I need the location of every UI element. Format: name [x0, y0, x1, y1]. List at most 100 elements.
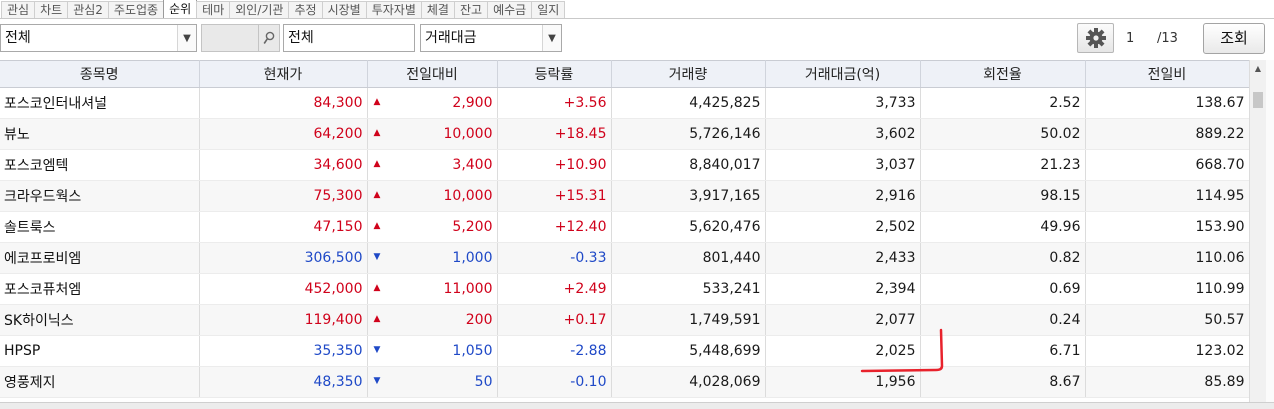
- table-row[interactable]: 에코프로비엠 306,500 ▼ 1,000 -0.33 801,440 2,433 0.82…: [0, 242, 1249, 274]
- price-cell: 75,300: [199, 180, 368, 212]
- up-arrow-icon: ▲: [373, 159, 381, 169]
- tab-1[interactable]: 차트: [34, 1, 69, 18]
- prev-ratio-cell: 123.02: [1085, 335, 1249, 367]
- prev-ratio-cell: 85.89: [1085, 366, 1249, 398]
- volume-cell: 8,840,017: [611, 149, 766, 181]
- change-value: 3,400: [452, 157, 493, 173]
- stock-code-input[interactable]: [201, 24, 259, 52]
- table-header-row: 종목명 현재가 전일대비 등락률 거래량 거래대금(억) 회전율 전일비: [0, 60, 1249, 88]
- up-arrow-icon: ▲: [373, 314, 381, 324]
- category-filter-box[interactable]: 전체: [283, 24, 415, 52]
- chevron-down-icon[interactable]: ▼: [542, 25, 561, 51]
- volume-cell: 533,241: [611, 273, 766, 305]
- down-arrow-icon: ▼: [373, 252, 381, 262]
- volume-cell: 5,448,699: [611, 335, 766, 367]
- amount-cell: 3,733: [765, 87, 921, 119]
- vertical-scrollbar[interactable]: ▲: [1249, 60, 1266, 402]
- price-cell: 84,300: [199, 87, 368, 119]
- tab-4[interactable]: 순위: [163, 0, 198, 18]
- turnover-cell: 50.02: [920, 118, 1086, 150]
- stock-name-cell: SK하이닉스: [0, 304, 200, 336]
- rate-cell: +12.40: [497, 211, 612, 243]
- table-row[interactable]: 포스코인터내셔널 84,300 ▲ 2,900 +3.56 4,425,825 3,733 2…: [0, 87, 1249, 119]
- query-button[interactable]: 조회: [1203, 23, 1265, 54]
- column-header[interactable]: 거래량: [611, 60, 766, 88]
- change-value: 1,000: [452, 250, 493, 266]
- change-cell: ▲ 10,000: [367, 118, 498, 150]
- tab-7[interactable]: 추정: [288, 1, 323, 18]
- table-row[interactable]: 포스코엠텍 34,600 ▲ 3,400 +10.90 8,840,017 3,037 21.…: [0, 149, 1249, 181]
- volume-cell: 1,749,591: [611, 304, 766, 336]
- volume-cell: 5,726,146: [611, 118, 766, 150]
- stock-name-cell: 에코프로비엠: [0, 242, 200, 274]
- table-row[interactable]: 영풍제지 48,350 ▼ 50 -0.10 4,028,069 1,956 8.67 85.8…: [0, 366, 1249, 398]
- tab-2[interactable]: 관심2: [67, 1, 109, 18]
- table-row[interactable]: 크라우드웍스 75,300 ▲ 10,000 +15.31 3,917,165 2,916 9…: [0, 180, 1249, 212]
- tab-9[interactable]: 투자자별: [365, 1, 422, 18]
- current-page: 1: [1126, 31, 1135, 46]
- rate-cell: +2.49: [497, 273, 612, 305]
- column-header[interactable]: 등락률: [497, 60, 612, 88]
- volume-cell: 3,917,165: [611, 180, 766, 212]
- scroll-thumb[interactable]: [1253, 92, 1263, 108]
- price-cell: 47,150: [199, 211, 368, 243]
- table-row[interactable]: 포스코퓨처엠 452,000 ▲ 11,000 +2.49 533,241 2,394 0.6…: [0, 273, 1249, 305]
- turnover-cell: 2.52: [920, 87, 1086, 119]
- change-value: 5,200: [452, 219, 493, 235]
- column-header[interactable]: 종목명: [0, 60, 200, 88]
- ranking-criteria-value: 거래대금: [425, 30, 477, 46]
- stock-name-cell: 포스코인터내셔널: [0, 87, 200, 119]
- turnover-cell: 0.24: [920, 304, 1086, 336]
- search-icon: [263, 31, 275, 44]
- change-cell: ▲ 10,000: [367, 180, 498, 212]
- change-cell: ▼ 1,000: [367, 242, 498, 274]
- tab-6[interactable]: 외인/기관: [229, 1, 290, 18]
- stock-name-cell: 포스코엠텍: [0, 149, 200, 181]
- window-edge: [1266, 60, 1274, 402]
- column-header[interactable]: 거래대금(억): [765, 60, 921, 88]
- tab-5[interactable]: 테마: [196, 1, 231, 18]
- tab-11[interactable]: 잔고: [453, 1, 489, 18]
- column-header[interactable]: 전일대비: [367, 60, 498, 88]
- change-value: 200: [465, 312, 493, 328]
- filter-toolbar: 전체 ▼ 전체 거래대금 ▼ 1 /13 조회: [0, 19, 1274, 59]
- turnover-cell: 98.15: [920, 180, 1086, 212]
- prev-ratio-cell: 668.70: [1085, 149, 1249, 181]
- column-header[interactable]: 회전율: [920, 60, 1086, 88]
- amount-cell: 3,602: [765, 118, 921, 150]
- chevron-down-icon[interactable]: ▼: [177, 25, 196, 51]
- column-header[interactable]: 현재가: [199, 60, 368, 88]
- rate-cell: +18.45: [497, 118, 612, 150]
- tab-13[interactable]: 일지: [531, 1, 566, 18]
- rate-cell: -0.33: [497, 242, 612, 274]
- table-row[interactable]: SK하이닉스 119,400 ▲ 200 +0.17 1,749,591 2,077 0.24…: [0, 304, 1249, 336]
- horizontal-scrollbar[interactable]: [0, 402, 1274, 409]
- turnover-cell: 6.71: [920, 335, 1086, 367]
- tab-10[interactable]: 체결: [420, 1, 455, 18]
- turnover-cell: 21.23: [920, 149, 1086, 181]
- change-cell: ▼ 50: [367, 366, 498, 398]
- volume-cell: 4,028,069: [611, 366, 766, 398]
- column-header[interactable]: 전일비: [1085, 60, 1249, 88]
- prev-ratio-cell: 138.67: [1085, 87, 1249, 119]
- tab-8[interactable]: 시장별: [321, 1, 367, 18]
- tab-12[interactable]: 예수금: [487, 1, 533, 18]
- change-value: 11,000: [443, 281, 493, 297]
- settings-button[interactable]: [1077, 23, 1114, 53]
- search-button[interactable]: [259, 24, 280, 52]
- market-filter-select[interactable]: 전체 ▼: [0, 24, 197, 52]
- change-cell: ▲ 3,400: [367, 149, 498, 181]
- tab-0[interactable]: 관심: [1, 1, 36, 18]
- prev-ratio-cell: 50.57: [1085, 304, 1249, 336]
- tab-3[interactable]: 주도업종: [107, 1, 165, 18]
- scroll-up-icon[interactable]: ▲: [1250, 60, 1266, 76]
- ranking-criteria-select[interactable]: 거래대금 ▼: [420, 24, 562, 52]
- table-row[interactable]: HPSP 35,350 ▼ 1,050 -2.88 5,448,699 2,025 6.71 1…: [0, 335, 1249, 367]
- volume-cell: 5,620,476: [611, 211, 766, 243]
- table-body: 포스코인터내셔널 84,300 ▲ 2,900 +3.56 4,425,825 3,733 2…: [0, 87, 1249, 398]
- table-row[interactable]: 솔트룩스 47,150 ▲ 5,200 +12.40 5,620,476 2,502 49.9…: [0, 211, 1249, 243]
- table-row[interactable]: 뷰노 64,200 ▲ 10,000 +18.45 5,726,146 3,602 50.02…: [0, 118, 1249, 150]
- price-cell: 48,350: [199, 366, 368, 398]
- up-arrow-icon: ▲: [373, 128, 381, 138]
- total-pages: /13: [1157, 31, 1178, 46]
